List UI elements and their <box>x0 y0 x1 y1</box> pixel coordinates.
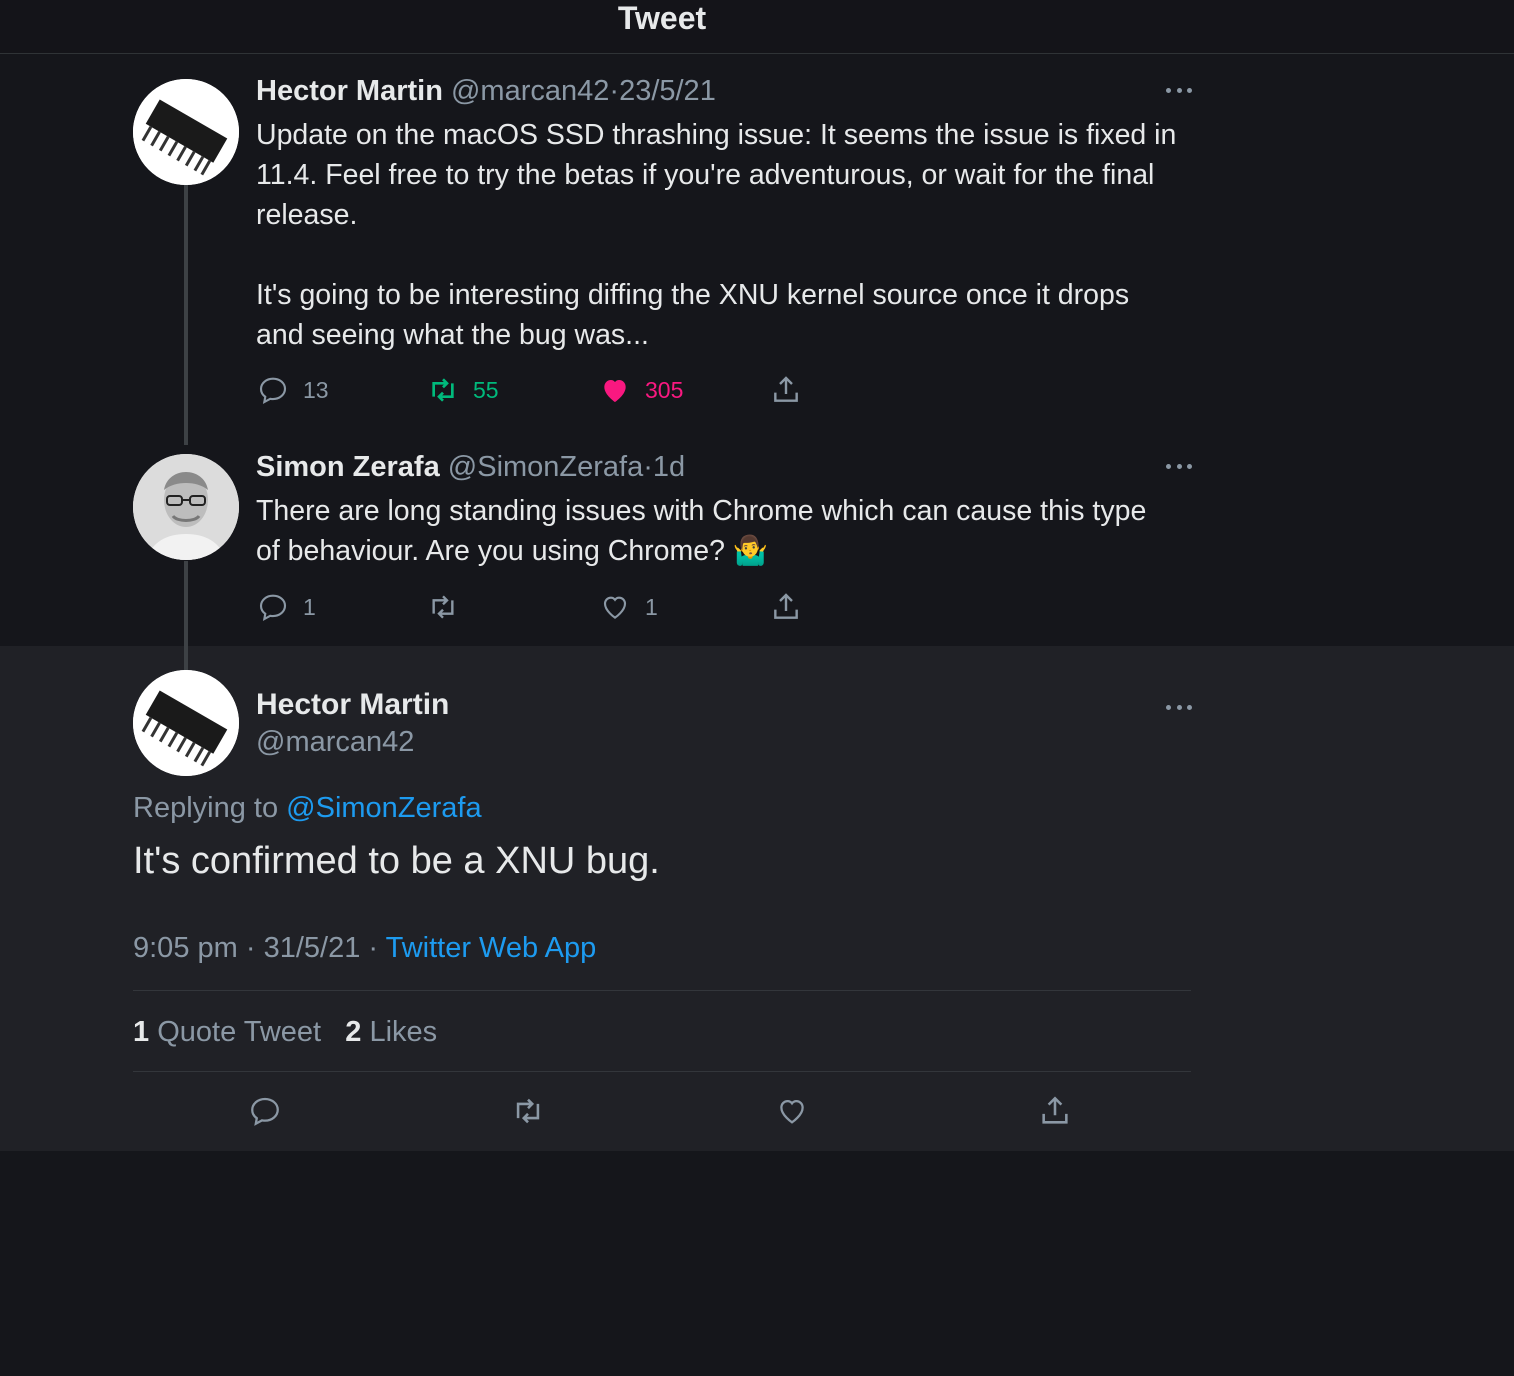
tweet-text: It's confirmed to be a XNU bug. <box>133 840 660 882</box>
retweet-icon <box>516 1098 540 1124</box>
separator-dot: · <box>609 75 620 107</box>
share-icon <box>774 376 798 402</box>
page-title: Tweet <box>617 0 707 36</box>
like-icon <box>603 596 627 619</box>
tweet-text: Update on the macOS SSD thrashing issue:… <box>256 119 1177 351</box>
thread-connector <box>184 185 188 445</box>
author-handle[interactable]: @marcan42 <box>256 726 414 759</box>
replying-prefix: Replying to <box>133 792 287 824</box>
divider <box>133 990 1191 991</box>
retweet-button[interactable] <box>427 591 473 623</box>
focused-tweet: Hector Martin @marcan42 Replying to @Sim… <box>0 646 1514 1151</box>
retweet-icon <box>432 378 454 402</box>
likes-link[interactable]: 2 Likes <box>345 1016 437 1048</box>
author-name[interactable]: Hector Martin <box>256 75 443 107</box>
quote-label: Quote Tweet <box>157 1016 322 1048</box>
reply-button[interactable]: 1 <box>257 591 316 623</box>
separator-dot: · <box>360 932 386 964</box>
separator-dot: · <box>643 451 653 483</box>
share-icon <box>1042 1096 1068 1124</box>
quote-count: 1 <box>133 1016 150 1048</box>
mention-link[interactable]: @SimonZerafa <box>286 792 481 824</box>
thread-section: Hector Martin @marcan42·23/5/21 Update o… <box>0 55 1514 646</box>
header-bar: Tweet <box>0 0 1514 54</box>
tweet-date[interactable]: 31/5/21 <box>264 932 361 964</box>
tweet-time[interactable]: 1d <box>653 451 685 483</box>
thread-connector <box>184 646 188 670</box>
thread-connector <box>184 561 188 646</box>
avatar[interactable] <box>133 79 239 185</box>
likes-count: 2 <box>345 1016 362 1048</box>
avatar[interactable] <box>133 670 239 776</box>
chip-avatar <box>133 670 239 776</box>
retweet-button[interactable]: 55 <box>427 374 499 406</box>
author-name[interactable]: Hector Martin <box>256 688 449 722</box>
tweet-time[interactable]: 9:05 pm <box>133 932 238 964</box>
tweet-text: There are long standing issues with Chro… <box>256 495 1147 567</box>
reply-count: 1 <box>303 593 316 620</box>
more-icon[interactable] <box>1166 85 1192 95</box>
retweet-count: 55 <box>473 376 499 403</box>
source-app-link[interactable]: Twitter Web App <box>386 932 597 964</box>
more-icon[interactable] <box>1166 702 1192 712</box>
likes-label: Likes <box>369 1016 438 1048</box>
tweet-header: Simon Zerafa @SimonZerafa·1d <box>256 450 685 484</box>
share-button[interactable] <box>1038 1094 1072 1128</box>
reply-button[interactable]: 13 <box>257 374 329 406</box>
like-icon <box>604 380 626 402</box>
tweet-meta: 9:05 pm · 31/5/21 · Twitter Web App <box>133 932 596 965</box>
share-button[interactable] <box>770 591 802 623</box>
reply-count: 13 <box>303 376 329 403</box>
tweet-page: Tweet Hector Martin @marcan42·23/5/21 Up… <box>0 0 1514 1376</box>
separator-dot: · <box>237 932 264 964</box>
quote-tweets-link[interactable]: 1 Quote Tweet <box>133 1016 321 1048</box>
tweet-time[interactable]: 23/5/21 <box>619 75 716 107</box>
empty-area <box>0 1151 1514 1376</box>
more-icon[interactable] <box>1166 461 1192 471</box>
author-name[interactable]: Simon Zerafa <box>256 451 440 483</box>
retweet-button[interactable] <box>511 1094 545 1128</box>
replying-to: Replying to @SimonZerafa <box>133 792 482 825</box>
avatar[interactable] <box>133 454 239 560</box>
retweet-icon <box>432 595 454 619</box>
share-icon <box>774 593 798 619</box>
tweet-header: Hector Martin @marcan42·23/5/21 <box>256 74 716 108</box>
reply-icon <box>259 377 287 405</box>
like-count: 1 <box>645 593 658 620</box>
like-icon <box>780 1099 804 1124</box>
tweet-stats: 1 Quote Tweet 2 Likes <box>133 1016 437 1049</box>
share-button[interactable] <box>770 374 802 406</box>
reply-icon <box>259 594 287 622</box>
like-button[interactable]: 1 <box>599 591 658 623</box>
person-avatar <box>133 454 239 560</box>
chip-avatar <box>133 79 239 185</box>
reply-button[interactable] <box>248 1094 282 1128</box>
author-handle[interactable]: @marcan42 <box>451 75 609 107</box>
divider <box>133 1071 1191 1072</box>
like-count: 305 <box>645 376 684 403</box>
author-handle[interactable]: @SimonZerafa <box>448 451 643 483</box>
reply-icon <box>251 1097 279 1126</box>
like-button[interactable] <box>775 1094 809 1128</box>
like-button[interactable]: 305 <box>599 374 683 406</box>
